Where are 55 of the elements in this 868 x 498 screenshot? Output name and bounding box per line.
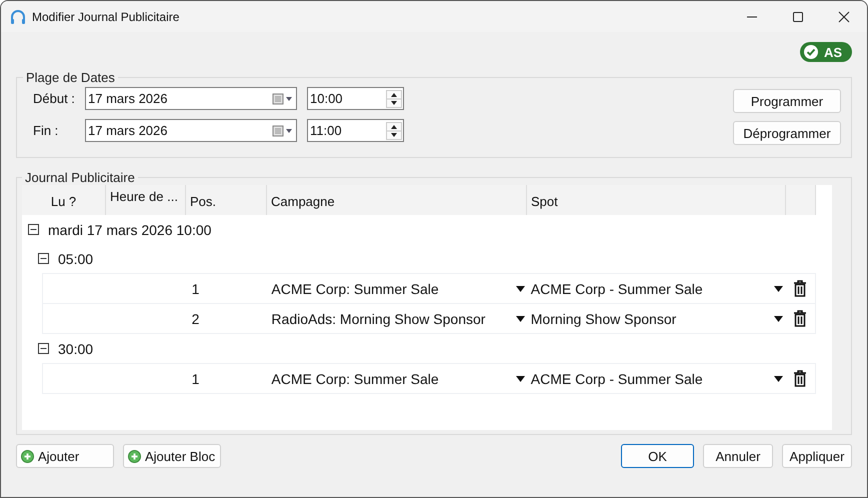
calendar-icon[interactable]: [272, 92, 294, 104]
delete-icon[interactable]: [793, 310, 808, 327]
dialog-button[interactable]: Annuler: [703, 444, 773, 468]
group-label: mardi 17 mars 2026 10:00: [48, 222, 212, 238]
schedule-button[interactable]: Programmer: [733, 89, 841, 113]
schedule-button[interactable]: Déprogrammer: [733, 121, 841, 145]
table-cell: 1: [192, 370, 200, 386]
table-cell[interactable]: ACME Corp: Summer Sale: [271, 280, 439, 296]
field-label: Fin :: [33, 123, 60, 138]
table-cell: 1: [192, 280, 200, 296]
add-button[interactable]: Ajouter Bloc: [123, 444, 221, 468]
table-cell[interactable]: ACME Corp - Summer Sale: [530, 280, 703, 296]
close-icon[interactable]: [838, 10, 850, 22]
time-field[interactable]: 11:00: [307, 119, 404, 142]
add-icon: [128, 450, 141, 462]
field-label: Début :: [33, 91, 76, 106]
table-cell: 2: [192, 310, 200, 326]
dialog-button[interactable]: Appliquer: [782, 444, 852, 468]
group-title: Journal Publicitaire: [24, 170, 136, 185]
collapse-icon[interactable]: [38, 343, 49, 354]
delete-icon[interactable]: [793, 370, 808, 387]
window-title: Modifier Journal Publicitaire: [32, 10, 180, 24]
table-cell[interactable]: RadioAds: Morning Show Sponsor: [271, 310, 486, 326]
collapse-icon[interactable]: [38, 253, 49, 264]
dropdown-icon[interactable]: [774, 316, 784, 322]
column-header[interactable]: Heure de ...: [106, 185, 186, 215]
date-field[interactable]: 17 mars 2026: [85, 87, 297, 110]
column-header[interactable]: Lu ?: [22, 185, 106, 215]
maximize-icon[interactable]: [792, 10, 804, 22]
dialog-button[interactable]: OK: [621, 444, 694, 468]
table-cell[interactable]: ACME Corp - Summer Sale: [530, 370, 703, 386]
column-header[interactable]: Spot: [527, 185, 786, 215]
table-cell[interactable]: ACME Corp: Summer Sale: [271, 370, 439, 386]
column-header[interactable]: Campagne: [267, 185, 527, 215]
column-header[interactable]: Pos.: [186, 185, 267, 215]
table-cell[interactable]: Morning Show Sponsor: [530, 310, 676, 326]
time-field[interactable]: 10:00: [307, 87, 404, 110]
dropdown-icon[interactable]: [516, 376, 525, 382]
add-icon: [21, 450, 34, 462]
add-button[interactable]: Ajouter: [16, 444, 114, 468]
group-label: 05:00: [58, 250, 94, 266]
group-label: 30:00: [58, 340, 94, 356]
spinner-icon[interactable]: [386, 90, 402, 108]
group-title: Plage de Dates: [25, 70, 116, 85]
date-field[interactable]: 17 mars 2026: [85, 119, 297, 142]
dropdown-icon[interactable]: [774, 376, 784, 382]
badge-label: AS: [824, 44, 842, 60]
calendar-icon[interactable]: [272, 124, 294, 136]
dropdown-icon[interactable]: [774, 286, 784, 292]
delete-icon[interactable]: [793, 280, 808, 297]
headphones-icon: [10, 8, 26, 24]
dropdown-icon[interactable]: [516, 286, 525, 292]
spinner-icon[interactable]: [386, 122, 402, 140]
dropdown-icon[interactable]: [516, 316, 525, 322]
collapse-icon[interactable]: [28, 224, 39, 235]
